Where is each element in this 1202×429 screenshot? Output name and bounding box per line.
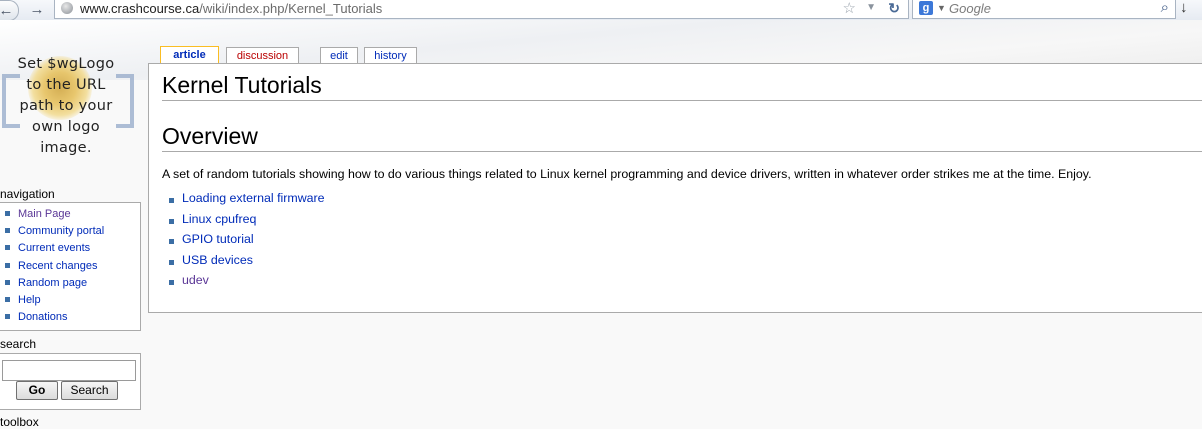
sidebar-item-recent-changes: Recent changes	[0, 259, 140, 276]
sidebar-item-help: Help	[0, 293, 140, 310]
sidebar-link-main-page[interactable]: Main Page	[18, 208, 71, 220]
sidebar-item-main-page: Main Page	[0, 207, 140, 224]
globe-icon	[61, 2, 73, 14]
sidebar-item-community-portal: Community portal	[0, 224, 140, 241]
browser-search-placeholder[interactable]: Google	[949, 1, 991, 16]
sidebar-link-help[interactable]: Help	[18, 294, 41, 306]
search-engine-dropdown-icon[interactable]: ▼	[937, 3, 946, 13]
url-text[interactable]: www.crashcourse.ca/wiki/index.php/Kernel…	[80, 1, 382, 16]
search-portlet: Go Search	[0, 353, 141, 410]
back-button[interactable]: ←	[0, 0, 19, 21]
browser-search-bar[interactable]: g ▼ Google ⌕	[912, 0, 1176, 19]
download-icon[interactable]: ↓	[1180, 0, 1188, 16]
url-host: www.crashcourse.ca	[80, 1, 200, 16]
url-path: /wiki/index.php/Kernel_Tutorials	[199, 1, 383, 16]
navigation-list: Main Page Community portal Current event…	[0, 203, 140, 327]
section-heading: Overview	[162, 123, 258, 149]
tab-discussion[interactable]: discussion	[226, 47, 299, 64]
sidebar-link-current-events[interactable]: Current events	[18, 242, 90, 254]
sidebar-link-community-portal[interactable]: Community portal	[18, 225, 104, 237]
search-heading: search	[0, 337, 37, 351]
search-input[interactable]	[2, 360, 136, 381]
list-item: Loading external firmware	[169, 191, 325, 212]
section-divider	[162, 151, 1202, 152]
back-icon: ←	[0, 2, 14, 19]
forward-button[interactable]: →	[26, 0, 48, 19]
sidebar-link-donations[interactable]: Donations	[18, 311, 68, 323]
navigation-heading: navigation	[0, 187, 55, 201]
bookmark-star-icon[interactable]: ☆	[843, 0, 856, 17]
dropdown-icon[interactable]: ▼	[866, 2, 876, 13]
title-divider	[162, 100, 1202, 101]
page-title: Kernel Tutorials	[162, 72, 322, 98]
list-item: GPIO tutorial	[169, 232, 325, 253]
content-area: Kernel Tutorials Overview A set of rando…	[148, 63, 1202, 313]
link-usb-devices[interactable]: USB devices	[182, 253, 253, 267]
google-icon[interactable]: g	[919, 1, 933, 15]
tutorial-list: Loading external firmware Linux cpufreq …	[169, 191, 325, 294]
logo-placeholder-text: Set $wgLogo to the URL path to your own …	[17, 56, 115, 156]
browser-toolbar: ← → www.crashcourse.ca/wiki/index.php/Ke…	[0, 0, 1202, 21]
forward-icon: →	[29, 1, 45, 18]
sidebar-link-recent-changes[interactable]: Recent changes	[18, 260, 98, 272]
list-item: udev	[169, 273, 325, 294]
list-item: USB devices	[169, 253, 325, 274]
link-udev[interactable]: udev	[182, 273, 209, 287]
reload-icon[interactable]: ↻	[888, 0, 900, 17]
sidebar-item-donations: Donations	[0, 310, 140, 327]
magnifier-icon[interactable]: ⌕	[1161, 0, 1169, 16]
site-logo[interactable]: Set $wgLogo to the URL path to your own …	[0, 54, 135, 164]
link-loading-external-firmware[interactable]: Loading external firmware	[182, 191, 325, 205]
address-bar[interactable]: www.crashcourse.ca/wiki/index.php/Kernel…	[54, 0, 909, 19]
sidebar-item-current-events: Current events	[0, 241, 140, 258]
tab-history[interactable]: history	[364, 47, 417, 64]
link-gpio-tutorial[interactable]: GPIO tutorial	[182, 232, 254, 246]
navigation-portlet: Main Page Community portal Current event…	[0, 202, 141, 331]
list-item: Linux cpufreq	[169, 212, 325, 233]
tab-edit[interactable]: edit	[320, 47, 358, 64]
go-button[interactable]: Go	[16, 381, 58, 400]
sidebar-item-random-page: Random page	[0, 276, 140, 293]
sidebar-link-random-page[interactable]: Random page	[18, 277, 87, 289]
intro-paragraph: A set of random tutorials showing how to…	[162, 167, 1092, 181]
link-linux-cpufreq[interactable]: Linux cpufreq	[182, 212, 256, 226]
toolbox-heading: toolbox	[0, 415, 39, 429]
search-button[interactable]: Search	[61, 381, 118, 400]
